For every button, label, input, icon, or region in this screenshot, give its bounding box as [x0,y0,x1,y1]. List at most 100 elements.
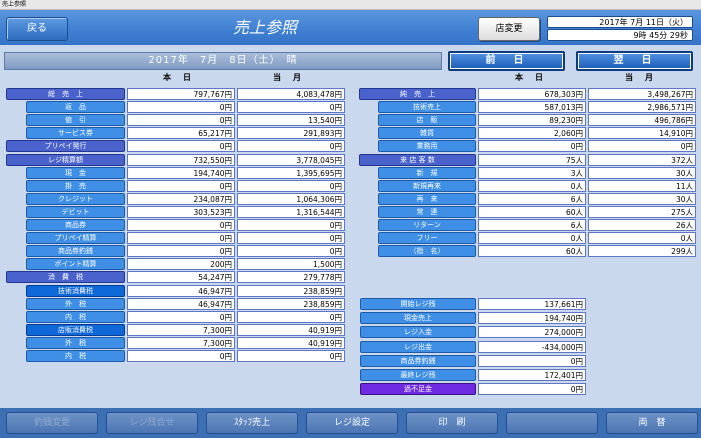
right-month-header: 当 月 [625,73,655,82]
right-row-month-value: 3,498,267円 [588,88,696,100]
selected-date-display: 2017年 7月 8日（土） 晴 [4,52,442,70]
left-row-today-value: 65,217円 [127,127,235,139]
right-row-month-value: 26人 [588,219,696,231]
blank-button[interactable] [506,412,598,434]
exchange-button[interactable]: 両 替 [606,412,698,434]
right-row-today-value: 678,303円 [478,88,586,100]
left-row-label: 掛 売 [26,180,125,192]
right-row-label: 新規再来 [378,180,476,192]
left-today-header: 本 日 [163,73,193,82]
right-row-today-value: 0人 [478,180,586,192]
right-row-today-value: 587,013円 [478,101,586,113]
right-row-today-value: 6人 [478,219,586,231]
register-row-label: レジ入金 [360,326,476,338]
left-row-label: 内 税 [26,350,125,362]
left-row-today-value: 0円 [127,245,235,257]
register-row-value: 194,740円 [478,312,586,324]
left-row-label: プリペイ発行 [6,140,125,152]
left-row-today-value: 0円 [127,311,235,323]
left-row-today-value: 797,767円 [127,88,235,100]
left-row-label: 技術消費税 [26,285,125,297]
left-row-month-value: 291,893円 [237,127,345,139]
right-row-month-value: 299人 [588,245,696,257]
right-row-today-value: 3人 [478,167,586,179]
clock-date: 2017年 7月 11日（火） [547,16,693,28]
left-row-today-value: 54,247円 [127,271,235,283]
left-row-month-value: 0円 [237,219,345,231]
staff-sales-button[interactable]: ｽﾀｯﾌ売上 [206,412,298,434]
left-row-label: 商品券 [26,219,125,231]
right-row-month-value: 14,910円 [588,127,696,139]
right-row-today-value: 0円 [478,140,586,152]
register-row-label: 過不足金 [360,383,476,395]
right-row-label: 純 売 上 [359,88,476,100]
register-balance-button[interactable]: レジ残合せ [106,412,198,434]
left-row-month-value: 3,778,045円 [237,154,345,166]
left-row-today-value: 303,523円 [127,206,235,218]
left-row-label: 消 費 税 [6,271,125,283]
store-change-button[interactable]: 店変更 [478,17,540,41]
register-row-value: 172,401円 [478,369,586,381]
print-button[interactable]: 印 刷 [406,412,498,434]
left-row-label: 値 引 [26,114,125,126]
right-row-month-value: 496,786円 [588,114,696,126]
right-row-month-value: 275人 [588,206,696,218]
register-row-label: 商品券釣銭 [360,355,476,367]
left-row-month-value: 0円 [237,101,345,113]
left-row-month-value: 1,064,306円 [237,193,345,205]
right-row-label: （指 名） [378,245,476,257]
left-row-today-value: 46,947円 [127,285,235,297]
left-row-month-value: 238,859円 [237,285,345,297]
right-row-label: 再 来 [378,193,476,205]
left-row-label: レジ精算額 [6,154,125,166]
window-title: 売上参照 [2,1,27,8]
left-row-month-value: 1,500円 [237,258,345,270]
register-row-value: 0円 [478,355,586,367]
left-row-today-value: 7,300円 [127,337,235,349]
back-button[interactable]: 戻る [6,17,68,41]
right-row-label: 技術売上 [378,101,476,113]
right-row-today-value: 89,230円 [478,114,586,126]
left-row-today-value: 732,550円 [127,154,235,166]
register-row-value: 137,661円 [478,298,586,310]
right-row-month-value: 30人 [588,193,696,205]
clock-time: 9時 45分 29秒 [547,29,693,41]
left-row-today-value: 46,947円 [127,298,235,310]
left-row-label: クレジット [26,193,125,205]
change-float-button[interactable]: 釣銭変更 [6,412,98,434]
left-row-label: 外 税 [26,298,125,310]
left-row-today-value: 7,300円 [127,324,235,336]
left-row-today-value: 0円 [127,101,235,113]
previous-day-button[interactable]: 前 日 [448,51,565,71]
left-row-label: 現 金 [26,167,125,179]
right-row-label: 新 規 [378,167,476,179]
register-row-value: 0円 [478,383,586,395]
right-row-today-value: 60人 [478,245,586,257]
left-row-label: ポイント精算 [26,258,125,270]
left-row-label: デビット [26,206,125,218]
right-row-label: 常 連 [378,206,476,218]
right-row-month-value: 30人 [588,167,696,179]
right-row-label: 来 店 客 数 [359,154,476,166]
left-row-label: 商品券釣銭 [26,245,125,257]
left-row-today-value: 200円 [127,258,235,270]
left-row-today-value: 0円 [127,140,235,152]
right-row-label: フリー [378,232,476,244]
register-row-value: 274,000円 [478,326,586,338]
right-row-month-value: 11人 [588,180,696,192]
left-row-month-value: 238,859円 [237,298,345,310]
left-row-month-value: 0円 [237,245,345,257]
right-row-label: 店 販 [378,114,476,126]
left-row-month-value: 1,395,695円 [237,167,345,179]
right-row-label: 業務用 [378,140,476,152]
page-title: 売上参照 [232,18,297,37]
left-row-today-value: 194,740円 [127,167,235,179]
left-row-month-value: 40,919円 [237,337,345,349]
right-row-month-value: 2,986,571円 [588,101,696,113]
left-row-month-value: 0円 [237,350,345,362]
left-row-month-value: 0円 [237,232,345,244]
next-day-button[interactable]: 翌 日 [576,51,693,71]
register-row-label: 現金売上 [360,312,476,324]
register-settings-button[interactable]: レジ設定 [306,412,398,434]
left-row-month-value: 0円 [237,180,345,192]
